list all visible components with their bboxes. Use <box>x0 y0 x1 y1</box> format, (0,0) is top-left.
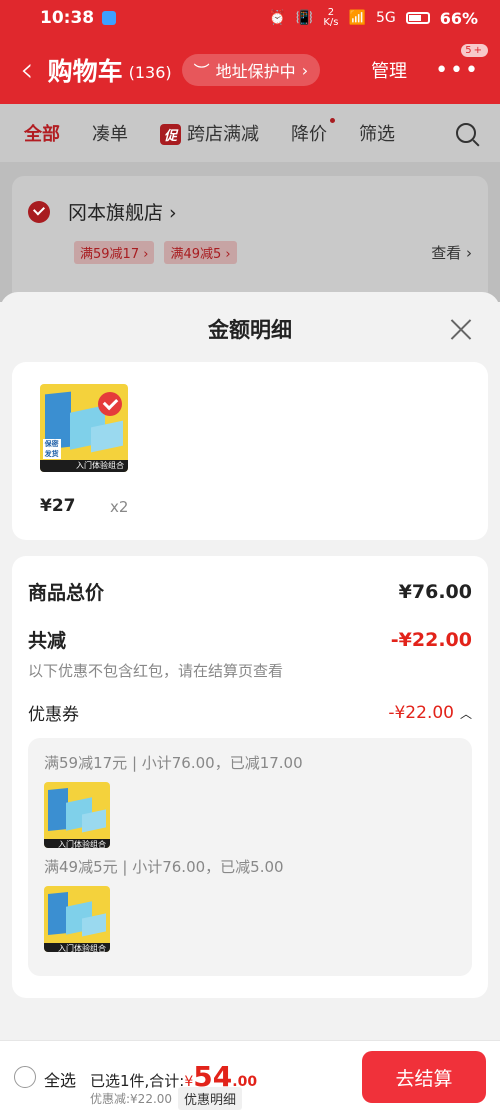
product-price: ¥27 <box>40 496 76 516</box>
more-icon: ••• <box>435 57 480 83</box>
promo-tag[interactable]: 满49减5 › <box>164 241 237 264</box>
store-name[interactable]: 冈本旗舰店 › <box>68 198 177 225</box>
discount-detail-button[interactable]: 优惠明细 <box>178 1087 243 1110</box>
coupon-row[interactable]: 优惠券 -¥22.00 ︿ <box>28 700 472 726</box>
address-protect-button[interactable]: ︶ 地址保护中 › <box>181 54 321 86</box>
net-speed: 2 K/s <box>323 7 339 28</box>
sheet-title: 金额明细 <box>208 318 292 342</box>
wifi-icon: 📶 <box>348 10 366 26</box>
close-icon[interactable] <box>450 318 472 340</box>
total-row: 商品总价 ¥76.00 <box>28 578 472 605</box>
coupon-product-thumbnail: 入门体验组合 <box>44 886 110 952</box>
coupon-product-thumbnail: 入门体验组合 <box>44 782 110 848</box>
thumb-band: 入门体验组合 <box>44 838 110 848</box>
tab-filter[interactable]: 筛选 <box>359 120 395 146</box>
saved-summary: 优惠减:¥22.00 优惠明细 <box>90 1087 243 1110</box>
checkout-bar: 全选 已选1件,合计: ¥ 54 .00 优惠减:¥22.00 优惠明细 去结算 <box>0 1040 500 1111</box>
amount-detail-sheet: 金额明细 保密 发货 入门体验组合 ¥27 x2 商品总价 ¥76.00 共减 -… <box>0 292 500 1111</box>
product-thumbnail[interactable]: 保密 发货 入门体验组合 <box>40 384 128 472</box>
total-value: ¥76.00 <box>398 580 472 603</box>
discount-label: 共减 <box>28 630 67 652</box>
price-detail-card: 商品总价 ¥76.00 共减 -¥22.00 以下优惠不包含红包，请在结算页查看… <box>12 556 488 998</box>
store-card: 冈本旗舰店 › 满59减17 › 满49减5 › 查看 › <box>12 176 488 306</box>
coupon-line: 满49减5元 | 小计76.00，已减5.00 <box>44 858 284 876</box>
shield-icon <box>102 11 117 25</box>
chevron-up-icon: ︿ <box>459 706 472 721</box>
product-quantity: x2 <box>110 498 129 516</box>
status-time: 10:38 <box>40 8 95 28</box>
search-icon[interactable] <box>456 123 476 143</box>
alarm-icon: ⏰ <box>268 10 286 26</box>
select-all-label[interactable]: 全选 <box>44 1067 76 1091</box>
status-icons: ⏰ 📳 2 K/s 📶 5G 66% <box>268 8 478 28</box>
thumb-band: 入门体验组合 <box>40 459 128 472</box>
check-icon <box>98 392 122 416</box>
red-dot-indicator <box>330 118 336 123</box>
cart-count: (136) <box>128 62 172 82</box>
thumb-tag: 保密 发货 <box>42 438 61 459</box>
dimmed-background: 冈本旗舰店 › 满59减17 › 满49减5 › 查看 › <box>0 162 500 306</box>
coupon-line: 满59减17元 | 小计76.00，已减17.00 <box>44 754 303 772</box>
tab-cross-store-label: 跨店满减 <box>187 124 260 145</box>
more-badge: 5+ <box>461 43 488 57</box>
product-card: 保密 发货 入门体验组合 ¥27 x2 <box>12 362 488 540</box>
total-label: 商品总价 <box>28 582 105 604</box>
tab-cross-store[interactable]: 促跨店满减 <box>160 120 259 146</box>
thumb-band: 入门体验组合 <box>44 942 110 952</box>
view-link[interactable]: 查看 › <box>431 242 472 263</box>
vibrate-icon: 📳 <box>295 10 314 26</box>
checkout-button[interactable]: 去结算 <box>362 1051 486 1103</box>
address-protect-label: 地址保护中 <box>215 62 296 81</box>
chevron-right-icon: › <box>301 60 309 80</box>
promo-tag[interactable]: 满59减17 › <box>74 241 155 264</box>
battery-percent: 66% <box>439 8 478 28</box>
more-menu-button[interactable]: ••• 5+ <box>435 43 488 83</box>
select-all-radio[interactable] <box>14 1066 36 1088</box>
coupon-breakdown: 满59减17元 | 小计76.00，已减17.00 入门体验组合 满49减5元 … <box>28 738 472 976</box>
promo-badge: 促 <box>160 124 182 145</box>
back-icon[interactable]: ‹ <box>20 53 34 87</box>
store-check-icon[interactable] <box>28 200 50 223</box>
discount-value: -¥22.00 <box>390 628 472 651</box>
saved-text: 优惠减:¥22.00 <box>90 1092 173 1106</box>
eye-closed-icon: ︶ <box>193 62 210 81</box>
coupon-label: 优惠券 <box>28 705 79 725</box>
tab-price-drop-label: 降价 <box>291 124 328 145</box>
discount-note: 以下优惠不包含红包，请在结算页查看 <box>28 662 284 680</box>
filter-tabs: 全部 凑单 促跨店满减 降价 筛选 <box>0 104 500 162</box>
page-title: 购物车 <box>47 57 123 86</box>
manage-button[interactable]: 管理 <box>371 57 407 83</box>
discount-row: 共减 -¥22.00 <box>28 626 472 653</box>
battery-icon <box>405 12 430 24</box>
tab-price-drop[interactable]: 降价 <box>291 118 336 146</box>
signal-label: 5G <box>375 10 396 26</box>
coupon-value: -¥22.00 ︿ <box>388 702 472 723</box>
status-bar: 10:38 ⏰ 📳 2 K/s 📶 5G 66% <box>0 0 500 36</box>
cart-header: ‹ 购物车 (136) ︶ 地址保护中 › 管理 ••• 5+ <box>0 36 500 104</box>
tab-combine[interactable]: 凑单 <box>92 120 128 146</box>
tab-all[interactable]: 全部 <box>24 120 60 146</box>
